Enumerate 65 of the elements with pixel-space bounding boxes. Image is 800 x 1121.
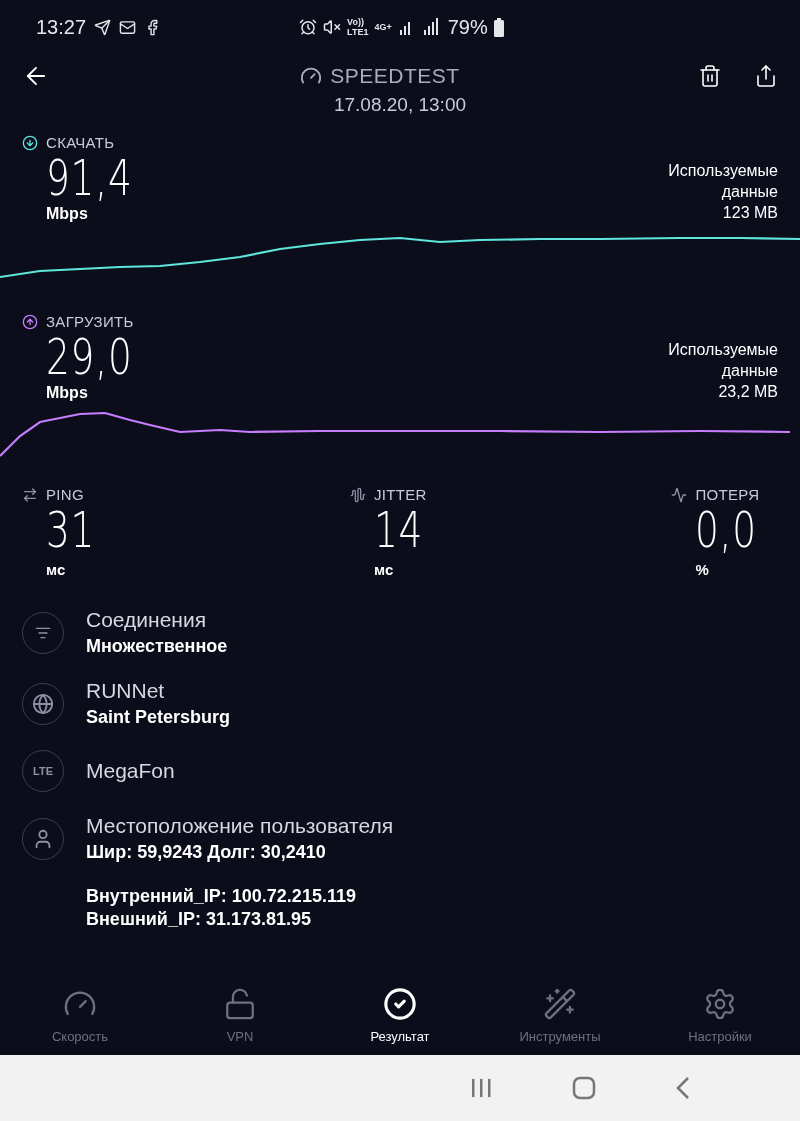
- data-used-label: Используемые данные: [667, 161, 778, 202]
- detail-value: Шир: 59,9243 Долг: 30,2410: [86, 842, 327, 863]
- metric-unit: %: [695, 561, 709, 578]
- speed-unit: Mbps: [46, 384, 89, 402]
- test-label: СКАЧАТЬ: [46, 134, 115, 151]
- nav-tab[interactable]: Скорость: [0, 987, 160, 1053]
- speed-unit: Mbps: [46, 205, 89, 223]
- home-button[interactable]: [572, 1076, 596, 1100]
- metric-unit: мс: [46, 561, 66, 578]
- paper-plane-icon: [94, 18, 112, 36]
- unlock-icon: [223, 987, 257, 1021]
- speed-value: 29,0: [46, 330, 133, 384]
- status-time: 13:27: [36, 15, 87, 39]
- back-nav-button[interactable]: [676, 1076, 690, 1100]
- detail-title: Местоположение пользователя: [86, 814, 394, 838]
- network-label: 4G+: [374, 22, 392, 32]
- nav-tab[interactable]: Результат: [320, 987, 480, 1053]
- settings-icon: [703, 987, 737, 1021]
- battery-percent: 79%: [447, 15, 488, 39]
- wand-icon: [543, 987, 577, 1021]
- wave-icon: [350, 486, 366, 503]
- share-button[interactable]: [754, 64, 778, 88]
- square-icon: [572, 1076, 596, 1100]
- mail-icon: [119, 18, 137, 36]
- delete-button[interactable]: [698, 64, 722, 88]
- metric-label: JITTER: [374, 486, 427, 503]
- mute-icon: [323, 18, 342, 36]
- upload-icon: [22, 313, 38, 330]
- lte-label: LTE: [33, 765, 53, 777]
- test-label: ЗАГРУЗИТЬ: [46, 313, 134, 330]
- lte-label: LTE1: [347, 27, 369, 37]
- speed-value: 91,4: [46, 151, 133, 205]
- app-title: SPEEDTEST: [330, 64, 460, 88]
- detail-value: Множественное: [86, 636, 228, 657]
- arrows-icon: [22, 486, 38, 503]
- data-used-value: 123 MB: [722, 203, 778, 223]
- nav-tab[interactable]: Инструменты: [480, 987, 640, 1053]
- nav-tab[interactable]: Настройки: [640, 987, 800, 1053]
- detail-title: Соединения: [86, 608, 208, 632]
- trash-icon: [698, 64, 722, 88]
- detail-title: RUNNet: [86, 679, 166, 703]
- check-icon: [383, 987, 417, 1021]
- ip-address: Внешний_IP: 31.173.81.95: [86, 908, 312, 931]
- data-used-value: 23,2 MB: [718, 382, 778, 402]
- metric-value: 31: [46, 503, 96, 557]
- data-used-label: Используемые данные: [667, 340, 778, 381]
- metric-label: ПОТЕРЯ: [695, 486, 760, 503]
- volte-label: Vo)): [347, 17, 365, 27]
- metric-unit: мс: [374, 561, 394, 578]
- metric-value: 14: [374, 503, 424, 557]
- test-date: 17.08.20, 13:00: [332, 94, 468, 116]
- recent-apps-button[interactable]: [470, 1077, 492, 1099]
- pulse-icon: [671, 486, 688, 503]
- nav-tab[interactable]: VPN: [160, 987, 320, 1053]
- chevron-icon: [676, 1076, 690, 1100]
- battery-icon: [493, 17, 504, 37]
- share-icon: [754, 64, 778, 88]
- detail-title: MegaFon: [86, 759, 175, 783]
- metric-label: PING: [46, 486, 84, 503]
- alarm-icon: [299, 18, 318, 36]
- download-icon: [22, 134, 38, 151]
- ip-address: Внутренний_IP: 100.72.215.119: [86, 885, 357, 908]
- metric-value: 0,0: [695, 503, 758, 557]
- detail-value: Saint Petersburg: [86, 707, 231, 728]
- bars-icon: [470, 1077, 492, 1099]
